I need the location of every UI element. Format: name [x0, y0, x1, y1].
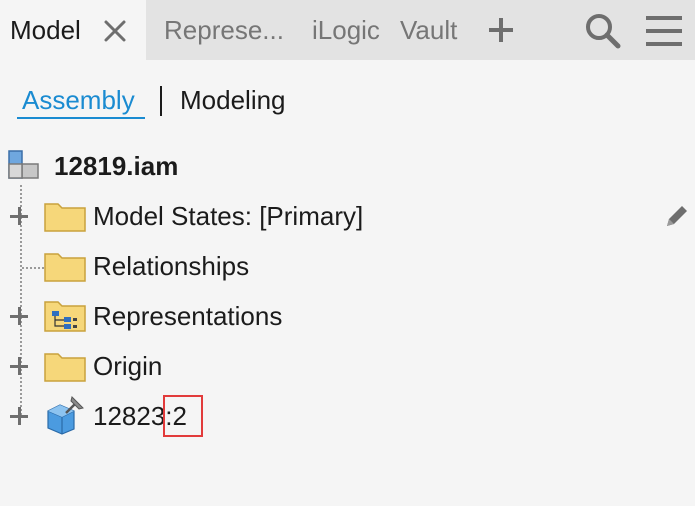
- folder-icon: [44, 253, 86, 282]
- pinned-part-icon: [47, 396, 84, 435]
- tab-representations[interactable]: Represe...: [164, 14, 284, 46]
- highlight-annotation: [163, 395, 203, 437]
- expand-icon[interactable]: [10, 407, 28, 425]
- representations-folder-icon: [44, 301, 86, 332]
- tab-model-label: Model: [10, 15, 81, 45]
- tree-root-label[interactable]: 12819.iam: [54, 150, 178, 182]
- add-tab-icon[interactable]: [488, 17, 514, 43]
- expand-icon[interactable]: [10, 357, 28, 375]
- subtab-assembly[interactable]: Assembly: [22, 84, 135, 116]
- close-icon[interactable]: [102, 18, 128, 44]
- tab-vault[interactable]: Vault: [400, 14, 457, 46]
- panel-tab-bar: Model Represe... iLogic Vault: [0, 0, 695, 60]
- folder-icon: [44, 203, 86, 232]
- edit-pencil-icon[interactable]: [663, 202, 691, 230]
- tree-item-representations[interactable]: Representations: [93, 300, 282, 332]
- menu-icon[interactable]: [646, 15, 682, 47]
- expand-icon[interactable]: [10, 207, 28, 225]
- tab-model[interactable]: Model: [0, 0, 146, 60]
- assembly-icon: [8, 150, 39, 179]
- tree-connector: [22, 267, 44, 269]
- tab-ilogic[interactable]: iLogic: [312, 14, 380, 46]
- tree-item-origin[interactable]: Origin: [93, 350, 162, 382]
- folder-icon: [44, 353, 86, 382]
- tree-item-model-states[interactable]: Model States: [Primary]: [93, 200, 363, 232]
- subtab-divider: [160, 86, 162, 116]
- search-icon[interactable]: [584, 12, 622, 50]
- tree-item-relationships[interactable]: Relationships: [93, 250, 249, 282]
- expand-icon[interactable]: [10, 307, 28, 325]
- subtab-active-indicator: [17, 117, 145, 119]
- subtab-modeling[interactable]: Modeling: [180, 84, 286, 116]
